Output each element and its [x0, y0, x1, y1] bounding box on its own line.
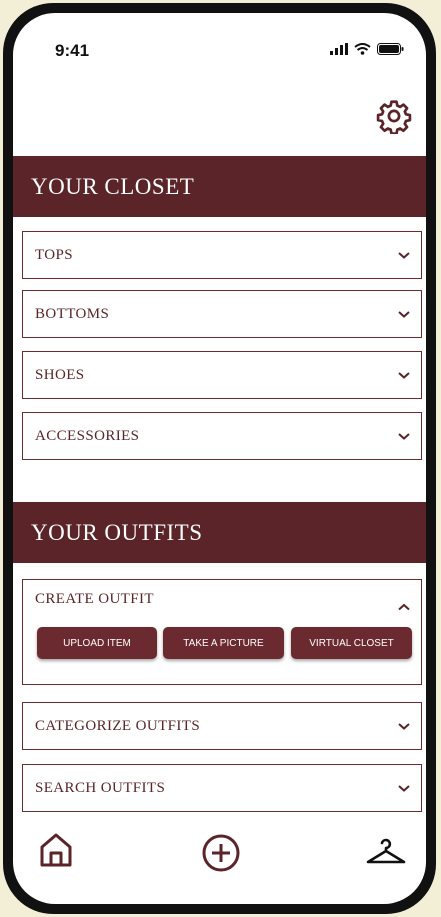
take-picture-button[interactable]: TAKE A PICTURE — [163, 627, 284, 659]
status-icons — [330, 43, 404, 55]
phone-frame: 9:41 YOUR CLOSET TOPS BOTTOMS SHOES ACCE… — [3, 3, 436, 914]
closet-item-accessories[interactable]: ACCESSORIES — [22, 412, 422, 460]
virtual-closet-button[interactable]: VIRTUAL CLOSET — [291, 627, 412, 659]
create-outfit-label[interactable]: CREATE OUTFIT — [35, 591, 154, 608]
signal-icon — [330, 43, 348, 55]
hanger-icon[interactable] — [365, 837, 407, 867]
closet-item-label: BOTTOMS — [35, 305, 110, 322]
chevron-down-icon — [398, 723, 410, 730]
closet-title: YOUR CLOSET — [31, 173, 195, 199]
outfits-item-label: CATEGORIZE OUTFITS — [35, 717, 201, 734]
add-circle-icon[interactable] — [201, 833, 241, 873]
battery-icon — [377, 43, 404, 55]
closet-item-label: ACCESSORIES — [35, 427, 140, 444]
chevron-up-icon[interactable] — [397, 602, 411, 612]
gear-icon[interactable] — [376, 98, 412, 134]
home-icon[interactable] — [38, 831, 74, 869]
outfits-item-categorize[interactable]: CATEGORIZE OUTFITS — [22, 702, 422, 750]
create-outfit-panel: CREATE OUTFIT UPLOAD ITEM TAKE A PICTURE… — [22, 579, 422, 685]
closet-item-shoes[interactable]: SHOES — [22, 351, 422, 399]
closet-item-tops[interactable]: TOPS — [22, 231, 422, 279]
app-screen: 9:41 YOUR CLOSET TOPS BOTTOMS SHOES ACCE… — [13, 13, 426, 904]
status-time: 9:41 — [55, 41, 90, 60]
chevron-down-icon — [398, 311, 410, 318]
outfits-header: YOUR OUTFITS — [13, 502, 426, 563]
closet-item-label: SHOES — [35, 366, 85, 383]
outfits-item-label: SEARCH OUTFITS — [35, 779, 166, 796]
chevron-down-icon — [398, 433, 410, 440]
outfits-item-search[interactable]: SEARCH OUTFITS — [22, 764, 422, 812]
wifi-icon — [354, 43, 371, 55]
closet-item-label: TOPS — [35, 246, 74, 263]
chevron-down-icon — [398, 372, 410, 379]
chevron-down-icon — [398, 785, 410, 792]
outfits-title: YOUR OUTFITS — [31, 519, 203, 545]
closet-item-bottoms[interactable]: BOTTOMS — [22, 290, 422, 338]
upload-item-button[interactable]: UPLOAD ITEM — [37, 627, 157, 659]
closet-header: YOUR CLOSET — [13, 156, 426, 217]
chevron-down-icon — [398, 252, 410, 259]
